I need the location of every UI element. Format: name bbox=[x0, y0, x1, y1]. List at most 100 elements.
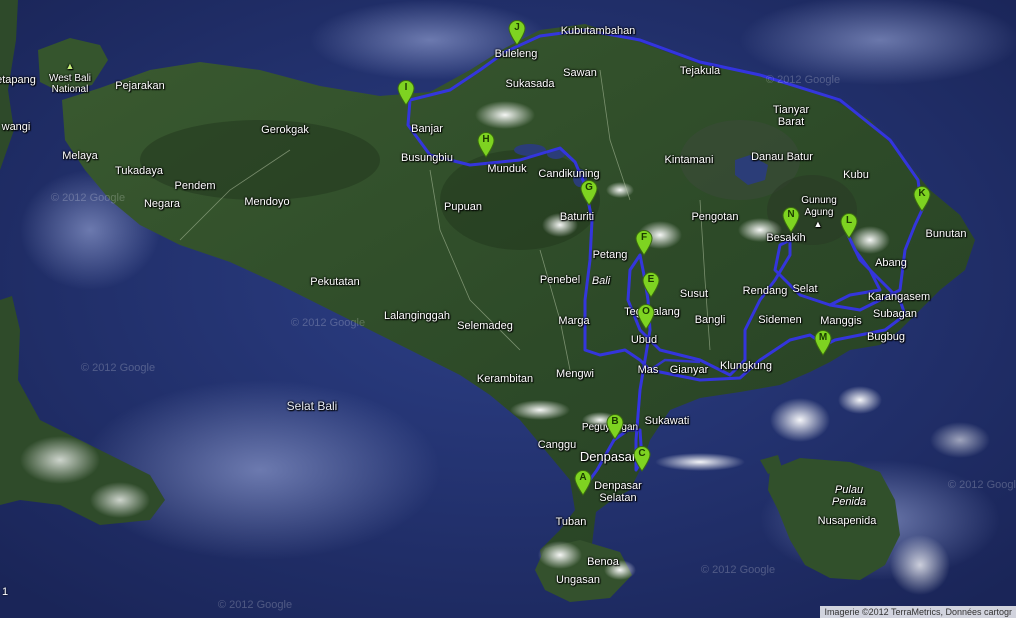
label-denpasar: Denpasar bbox=[579, 449, 637, 464]
cloud bbox=[90, 482, 150, 518]
label-besakih: Besakih bbox=[766, 232, 806, 244]
map-watermark: © 2012 Google bbox=[50, 192, 126, 204]
label-munduk: Munduk bbox=[487, 163, 527, 175]
route-marker-f[interactable]: F bbox=[635, 230, 653, 256]
label-selemadeg: Selemadeg bbox=[457, 320, 513, 332]
route-marker-j[interactable]: J bbox=[508, 20, 526, 46]
label-tukadaya: Tukadaya bbox=[115, 165, 163, 177]
marker-label: H bbox=[482, 134, 490, 145]
map-attribution: Imagerie ©2012 TerraMetrics, Données car… bbox=[820, 606, 1016, 618]
route-marker-i[interactable]: I bbox=[397, 80, 415, 106]
label-karangasem: Karangasem bbox=[867, 291, 931, 303]
label-susut: Susut bbox=[679, 288, 709, 300]
label-sawan: Sawan bbox=[563, 67, 597, 79]
marker-label: A bbox=[579, 472, 587, 483]
marker-label: E bbox=[647, 274, 655, 285]
map-watermark: © 2012 Google bbox=[700, 564, 776, 576]
label-selat-bali: Selat Bali bbox=[286, 399, 338, 413]
cloud bbox=[890, 535, 950, 595]
label-baturiti: Baturiti bbox=[559, 211, 595, 223]
marker-label: J bbox=[514, 22, 520, 33]
label-danau-batur: Danau Batur bbox=[751, 151, 813, 163]
label-subagan: Subagan bbox=[872, 308, 918, 320]
label-pejarakan: Pejarakan bbox=[115, 80, 165, 92]
label-tianyar-barat: Tianyar Barat bbox=[772, 104, 810, 128]
cloud bbox=[475, 101, 535, 129]
label-kerambitan: Kerambitan bbox=[476, 373, 534, 385]
label-gerokgak: Gerokgak bbox=[261, 124, 309, 136]
label-selat: Selat bbox=[792, 283, 818, 295]
marker-label: G bbox=[585, 182, 593, 193]
label-kubu: Kubu bbox=[843, 169, 869, 181]
route-marker-k[interactable]: K bbox=[913, 186, 931, 212]
scale-mark: 1 bbox=[2, 586, 9, 598]
label-petang: Petang bbox=[592, 249, 628, 261]
marker-label: N bbox=[787, 209, 795, 220]
label-west-bali-national: West Bali National bbox=[48, 73, 92, 95]
label-pendem: Pendem bbox=[174, 180, 216, 192]
label-pengotan: Pengotan bbox=[691, 211, 739, 223]
label-bugbug: Bugbug bbox=[867, 331, 905, 343]
route-marker-n[interactable]: N bbox=[782, 207, 800, 233]
label-pupuan: Pupuan bbox=[444, 201, 482, 213]
park-icon: ▲ bbox=[65, 61, 75, 71]
route-marker-o[interactable]: O bbox=[637, 304, 655, 330]
label-lalanginggah: Lalanginggah bbox=[383, 310, 451, 322]
cloud bbox=[838, 386, 882, 414]
map-watermark: © 2012 Google bbox=[217, 599, 293, 611]
cloud bbox=[510, 400, 570, 420]
label-ungasan: Ungasan bbox=[555, 574, 601, 586]
label-pulau-penida: Pulau Penida bbox=[831, 484, 867, 508]
label-rendang: Rendang bbox=[742, 285, 788, 297]
label-bangli: Bangli bbox=[694, 314, 726, 326]
peak-icon: ▲ bbox=[813, 219, 823, 229]
route-marker-b[interactable]: B bbox=[606, 414, 624, 440]
label-bali: Bali bbox=[591, 275, 611, 287]
label-buleleng: Buleleng bbox=[494, 48, 538, 60]
map-watermark: © 2012 Google bbox=[947, 479, 1016, 491]
marker-label: B bbox=[611, 416, 619, 427]
route-marker-e[interactable]: E bbox=[642, 272, 660, 298]
marker-label: C bbox=[638, 448, 646, 459]
label-abang: Abang bbox=[875, 257, 907, 269]
label-mas: Mas bbox=[637, 364, 659, 376]
marker-label: O bbox=[642, 306, 650, 317]
map-watermark: © 2012 Google bbox=[765, 74, 841, 86]
cloud bbox=[538, 541, 582, 569]
route-marker-l[interactable]: L bbox=[840, 213, 858, 239]
cloud bbox=[770, 398, 830, 442]
label-sukawati: Sukawati bbox=[644, 415, 690, 427]
label-banjar: Banjar bbox=[411, 123, 443, 135]
map-view[interactable]: West Bali National ▲ Pejarakan etapang w… bbox=[0, 0, 1016, 618]
label-penebel: Penebel bbox=[539, 274, 581, 286]
cloud bbox=[20, 436, 100, 484]
route-marker-h[interactable]: H bbox=[477, 132, 495, 158]
cloud bbox=[930, 422, 990, 458]
label-kintamani: Kintamani bbox=[664, 154, 714, 166]
label-sidemen: Sidemen bbox=[758, 314, 802, 326]
label-benoa: Benoa bbox=[587, 556, 619, 568]
label-negara: Negara bbox=[143, 198, 181, 210]
map-watermark: © 2012 Google bbox=[290, 317, 366, 329]
label-mendoyo: Mendoyo bbox=[244, 196, 290, 208]
label-tejakula: Tejakula bbox=[679, 65, 721, 77]
marker-label: K bbox=[918, 188, 926, 199]
label-pekutatan: Pekutatan bbox=[310, 276, 360, 288]
label-denpasar-selatan: Denpasar Selatan bbox=[594, 480, 642, 504]
route-marker-m[interactable]: M bbox=[814, 330, 832, 356]
label-canggu: Canggu bbox=[537, 439, 577, 451]
route-marker-a[interactable]: A bbox=[574, 470, 592, 496]
label-etapang: etapang bbox=[0, 74, 36, 86]
label-mengwi: Mengwi bbox=[556, 368, 594, 380]
label-kubutambahan: Kubutambahan bbox=[560, 25, 636, 37]
route-marker-c[interactable]: C bbox=[633, 446, 651, 472]
label-klungkung: Klungkung bbox=[720, 360, 772, 372]
label-candikuning: Candikuning bbox=[538, 168, 600, 180]
route-marker-g[interactable]: G bbox=[580, 180, 598, 206]
label-wangi: wangi bbox=[1, 121, 31, 133]
label-nusapenida: Nusapenida bbox=[817, 515, 877, 527]
marker-label: L bbox=[845, 215, 853, 226]
marker-label: F bbox=[640, 232, 648, 243]
cloud bbox=[655, 453, 745, 471]
label-ubud: Ubud bbox=[630, 334, 658, 346]
